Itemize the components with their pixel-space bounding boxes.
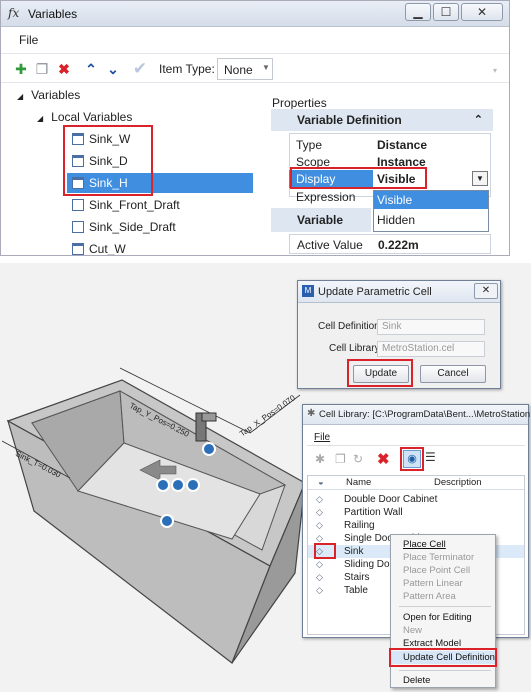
list-settings-icon[interactable]: ☰ bbox=[425, 450, 436, 464]
window-title: Variables bbox=[28, 7, 78, 21]
dropdown-arrow-icon[interactable]: ▼ bbox=[472, 171, 488, 186]
properties-panel: Properties Variable Definition ⌃ Type Dis… bbox=[269, 95, 497, 255]
item-type-label: Item Type: bbox=[159, 62, 215, 76]
minimize-button[interactable]: ▁ bbox=[405, 3, 431, 21]
tree-item-sink-front-draft[interactable]: Sink_Front_Draft bbox=[72, 195, 180, 215]
expand-icon[interactable]: ◢ bbox=[37, 114, 43, 123]
variable-icon bbox=[72, 243, 84, 255]
toolbar: ✚ ❐ ✖ ⌃ ⌄ ✔ Item Type: None ▼ ▾ bbox=[1, 53, 509, 83]
copy-icon[interactable]: ❐ bbox=[335, 452, 346, 466]
cell-definition-field[interactable]: Sink bbox=[377, 319, 485, 335]
row-type: Type Distance bbox=[296, 138, 428, 152]
expand-icon[interactable]: ◢ bbox=[17, 92, 23, 101]
update-parametric-cell-dialog: M Update Parametric Cell ✕ Cell Definiti… bbox=[297, 280, 501, 389]
highlight-box bbox=[400, 447, 424, 471]
highlight-box bbox=[290, 167, 427, 189]
menu-file[interactable]: File bbox=[19, 33, 38, 47]
fx-icon: fx bbox=[8, 6, 20, 20]
cancel-button[interactable]: Cancel bbox=[420, 365, 486, 383]
menu-item-pattern-area[interactable]: Pattern Area bbox=[391, 590, 495, 603]
list-item[interactable]: ◇ Sliding Doo bbox=[316, 558, 395, 571]
menu-item-open-for-editing[interactable]: Open for Editing bbox=[391, 611, 495, 624]
active-value[interactable]: 0.222m bbox=[378, 238, 419, 252]
variables-window: fx Variables ▁ ☐ ✕ File ✚ ❐ ✖ ⌃ ⌄ ✔ Item… bbox=[0, 0, 510, 256]
item-type-value: None bbox=[224, 63, 253, 77]
new-cell-icon[interactable]: ✱ bbox=[315, 452, 325, 466]
list-item[interactable]: ◇ Table bbox=[316, 584, 368, 597]
move-up-icon[interactable]: ⌃ bbox=[83, 61, 99, 77]
list-item[interactable]: ◇ Railing bbox=[316, 519, 375, 532]
option-hidden[interactable]: Hidden bbox=[374, 211, 488, 229]
chevron-down-icon: ▼ bbox=[262, 63, 270, 72]
column-description[interactable]: Description bbox=[434, 477, 482, 488]
list-item[interactable]: ◇ Double Door Cabinet bbox=[316, 493, 437, 506]
cell-icon: ◇ bbox=[316, 585, 323, 595]
option-visible[interactable]: Visible bbox=[374, 191, 488, 209]
cell-library-toolbar: ✱ ❐ ↻ ✖ ◉ ☰ bbox=[307, 445, 525, 473]
column-name[interactable]: Name bbox=[346, 477, 371, 488]
cell-library-title-bar: ✱ Cell Library: [C:\ProgramData\Bent...\… bbox=[303, 405, 531, 425]
cell-library-title: Cell Library: [C:\ProgramData\Bent...\Me… bbox=[319, 409, 531, 420]
item-type-select[interactable]: None ▼ bbox=[217, 58, 273, 80]
menu-divider bbox=[399, 670, 491, 671]
menu-item-place-point-cell[interactable]: Place Point Cell bbox=[391, 564, 495, 577]
list-item[interactable]: ◇ Partition Wall bbox=[316, 506, 403, 519]
display-dropdown-list[interactable]: Visible Hidden bbox=[373, 190, 489, 232]
list-item[interactable]: ◇ Stairs bbox=[316, 571, 370, 584]
highlight-box bbox=[389, 648, 497, 667]
menu-item-place-terminator[interactable]: Place Terminator bbox=[391, 551, 495, 564]
highlight-box bbox=[63, 125, 153, 196]
collapse-icon[interactable]: ⌃ bbox=[474, 109, 483, 131]
dialog-title-bar: M Update Parametric Cell ✕ bbox=[298, 281, 500, 303]
menu-item-pattern-linear[interactable]: Pattern Linear bbox=[391, 577, 495, 590]
active-value-row: Active Value 0.222m bbox=[289, 234, 491, 254]
viewport[interactable]: Tap_Y_Pos=0.250 Tap_X_Pos=0.070 Sink_T=0… bbox=[0, 263, 531, 692]
cell-library-label: Cell Library: bbox=[329, 343, 383, 354]
copy-icon[interactable]: ❐ bbox=[34, 61, 50, 77]
dialog-title: Update Parametric Cell bbox=[318, 286, 432, 298]
highlight-box bbox=[347, 359, 413, 387]
cell-library-icon: ✱ bbox=[307, 408, 316, 419]
variable-icon bbox=[72, 221, 84, 233]
tree-item-cut-w[interactable]: Cut_W bbox=[72, 239, 126, 255]
variables-tree: ◢ Variables ◢ Local Variables Sink_W Sink_… bbox=[1, 85, 266, 255]
highlight-box bbox=[314, 543, 336, 559]
refresh-icon[interactable]: ↻ bbox=[353, 452, 363, 466]
close-icon[interactable]: ✕ bbox=[474, 283, 498, 299]
context-menu: Place Cell Place Terminator Place Point … bbox=[389, 534, 497, 688]
move-down-icon[interactable]: ⌄ bbox=[105, 61, 121, 77]
cell-icon: ◇ bbox=[316, 572, 323, 582]
menu-item-place-cell[interactable]: Place Cell bbox=[391, 538, 495, 551]
tree-group[interactable]: ◢ Local Variables bbox=[37, 107, 132, 127]
variable-definition-section[interactable]: Variable Definition ⌃ bbox=[271, 109, 493, 131]
properties-header: Properties bbox=[272, 96, 327, 110]
menu-item-delete[interactable]: Delete bbox=[391, 674, 495, 687]
title-bar: fx Variables ▁ ☐ ✕ bbox=[1, 1, 509, 27]
variable-section[interactable]: Variable bbox=[271, 208, 371, 232]
maximize-button[interactable]: ☐ bbox=[433, 3, 459, 21]
active-value-label: Active Value bbox=[297, 238, 363, 252]
cell-definition-label: Cell Definition: bbox=[318, 321, 383, 332]
cell-library-field[interactable]: MetroStation.cel bbox=[377, 341, 485, 357]
menu-file[interactable]: File bbox=[314, 432, 330, 443]
microstation-icon: M bbox=[302, 285, 314, 297]
variable-icon bbox=[72, 199, 84, 211]
cell-type-icon: ◒ bbox=[318, 477, 324, 488]
tree-item-sink-side-draft[interactable]: Sink_Side_Draft bbox=[72, 217, 176, 237]
check-icon[interactable]: ✔ bbox=[132, 60, 148, 77]
close-button[interactable]: ✕ bbox=[461, 3, 503, 21]
list-header: ◒ Name Description bbox=[308, 476, 524, 490]
delete-icon[interactable]: ✖ bbox=[377, 450, 390, 468]
menu-item-new[interactable]: New bbox=[391, 624, 495, 637]
delete-icon[interactable]: ✖ bbox=[56, 61, 72, 77]
cell-icon: ◇ bbox=[316, 507, 323, 517]
menu-bar: File bbox=[1, 28, 509, 52]
cell-icon: ◇ bbox=[316, 520, 323, 530]
overflow-icon[interactable]: ▾ bbox=[493, 66, 497, 75]
tree-root[interactable]: ◢ Variables bbox=[17, 85, 80, 105]
cell-icon: ◇ bbox=[316, 494, 323, 504]
new-variable-icon[interactable]: ✚ bbox=[13, 61, 29, 77]
menu-divider bbox=[399, 606, 491, 607]
cell-icon: ◇ bbox=[316, 559, 323, 569]
